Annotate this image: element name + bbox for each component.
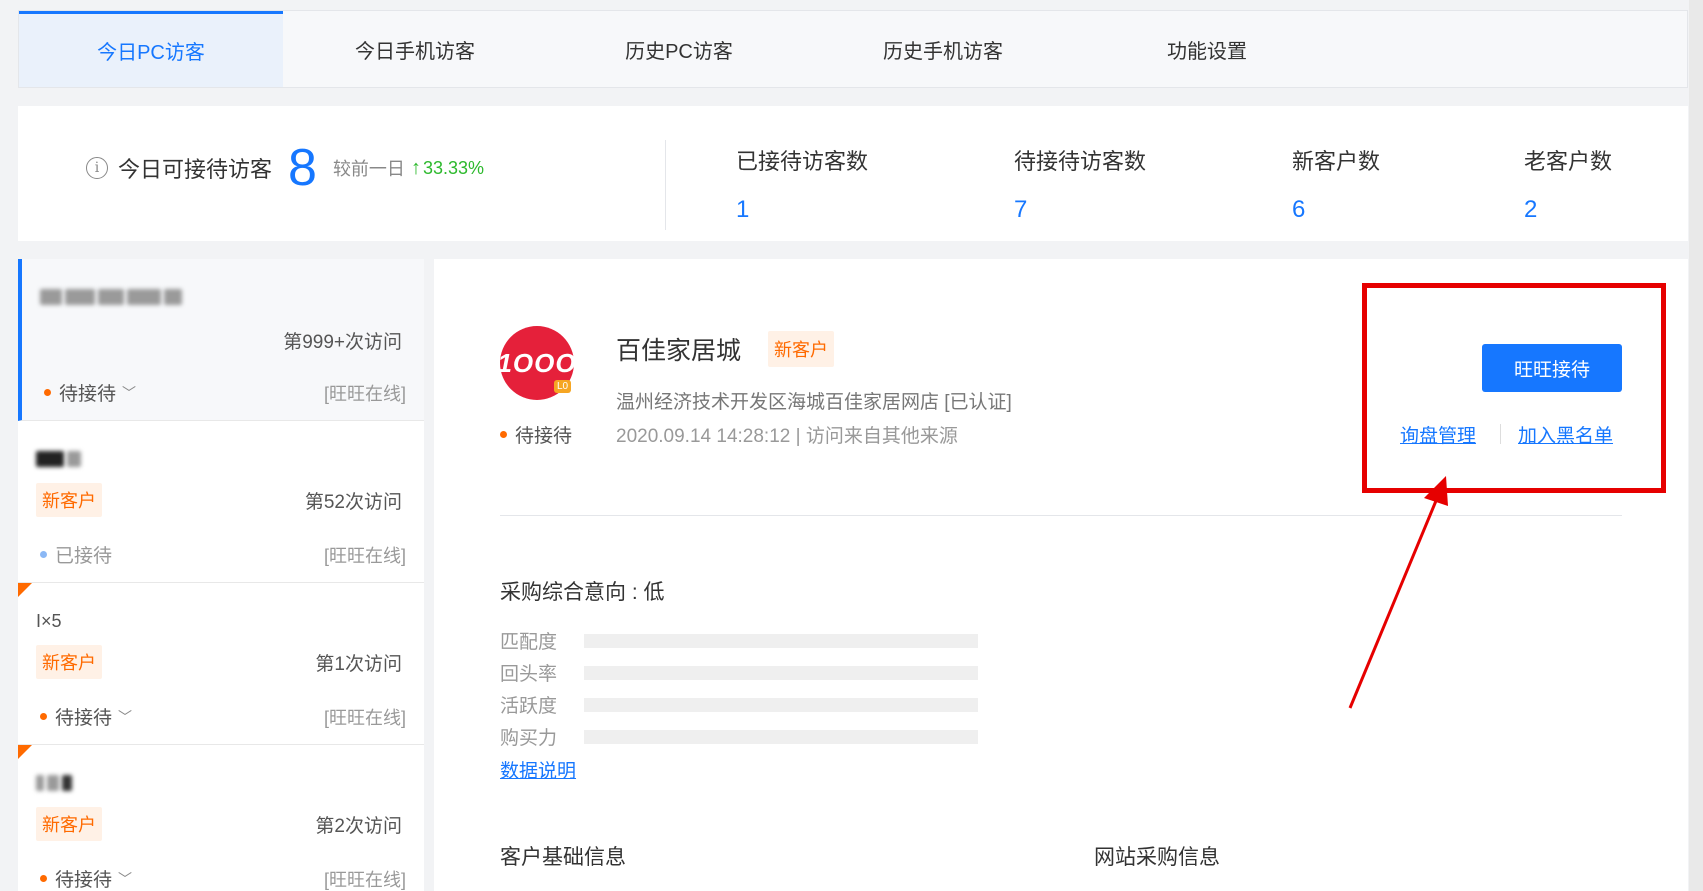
- compare-value: 33.33%: [422, 157, 484, 178]
- new-customer-badge: 新客户: [768, 331, 834, 367]
- metric-label: 活跃度: [500, 696, 558, 717]
- list-item[interactable]: 新客户 第52次访问 已接待 [旺旺在线]: [18, 421, 424, 583]
- status-dot: [500, 431, 507, 438]
- chevron-down-icon: ﹀: [118, 870, 133, 887]
- list-item[interactable]: 第999+次访问 待接待 ﹀ [旺旺在线]: [18, 259, 424, 421]
- metric-bar: [584, 729, 978, 744]
- compare-label: 较前一日: [332, 159, 405, 179]
- arrow-line: [1348, 495, 1440, 709]
- annotation-arrow: [1348, 476, 1448, 709]
- status-text: 待接待: [55, 708, 113, 729]
- visitor-list: 第999+次访问 待接待 ﹀ [旺旺在线] 新客户 第52次访问 已接待 [旺旺…: [18, 259, 424, 891]
- stat-received: 已接待访客数 1: [736, 144, 868, 224]
- list-item[interactable]: I×5 新客户 第1次访问 待接待 ﹀ [旺旺在线]: [18, 583, 424, 745]
- metric-bar: [584, 665, 978, 680]
- today-receivable-count: 8: [288, 139, 317, 197]
- arrow-head: [1424, 476, 1448, 506]
- stat-label: 待接待访客数: [1014, 149, 1147, 174]
- status-text: 待接待: [515, 426, 573, 447]
- page-scrollbar[interactable]: [1689, 0, 1703, 891]
- visitor-status[interactable]: 待接待 ﹀: [40, 865, 132, 891]
- new-customer-badge: 新客户: [36, 483, 102, 517]
- stat-value[interactable]: 2: [1524, 196, 1612, 224]
- visitor-status[interactable]: 待接待 ﹀: [44, 379, 136, 406]
- purchase-intent-title: 采购综合意向 : 低: [500, 581, 665, 604]
- metric-bar: [584, 633, 978, 648]
- visit-count: 第52次访问: [304, 492, 402, 513]
- section-basic-info: 客户基础信息: [500, 846, 626, 869]
- data-explanation-link[interactable]: 数据说明: [500, 756, 576, 783]
- info-icon[interactable]: i: [86, 157, 108, 179]
- status-dot: [40, 713, 47, 720]
- metric-match: 匹配度: [500, 627, 978, 654]
- stat-value[interactable]: 7: [1014, 196, 1146, 224]
- metric-activity: 活跃度: [500, 691, 978, 718]
- metric-label: 回头率: [500, 664, 558, 685]
- visit-time-source: 2020.09.14 14:28:12 | 访问来自其他来源: [616, 426, 958, 447]
- visit-count: 第2次访问: [315, 816, 402, 837]
- tab-today-mobile[interactable]: 今日手机访客: [283, 11, 547, 87]
- shop-name: 百佳家居城: [616, 337, 742, 365]
- stats-divider: [665, 140, 666, 230]
- shop-address: 温州经济技术开发区海城百佳家居网店 [已认证]: [616, 392, 1012, 413]
- visitor-name: I×5: [36, 611, 62, 631]
- status-dot: [40, 551, 47, 558]
- metric-return-rate: 回头率: [500, 659, 978, 686]
- stat-value[interactable]: 1: [736, 196, 868, 224]
- visitor-status: 已接待: [40, 541, 112, 568]
- new-corner-marker: [18, 745, 32, 759]
- chevron-down-icon: ﹀: [122, 384, 137, 401]
- list-item[interactable]: 新客户 第2次访问 待接待 ﹀ [旺旺在线]: [18, 745, 424, 891]
- wangwang-online: [旺旺在线]: [323, 546, 406, 566]
- visitor-name-blurred: [36, 773, 72, 793]
- tab-history-mobile[interactable]: 历史手机访客: [811, 11, 1075, 87]
- stat-label: 老客户数: [1524, 149, 1613, 174]
- level-badge: L0: [554, 380, 572, 393]
- new-corner-marker: [18, 583, 32, 597]
- tab-today-pc[interactable]: 今日PC访客: [19, 11, 283, 87]
- stat-pending: 待接待访客数 7: [1014, 144, 1146, 224]
- chevron-down-icon: ﹀: [118, 708, 133, 725]
- stat-label: 已接待访客数: [736, 149, 869, 174]
- tab-history-pc[interactable]: 历史PC访客: [547, 11, 811, 87]
- metric-bar: [584, 697, 978, 712]
- visit-count: 第999+次访问: [283, 332, 402, 353]
- section-purchase-info: 网站采购信息: [1094, 846, 1220, 869]
- trend-up-icon: ↑: [410, 156, 421, 179]
- status-dot: [44, 389, 51, 396]
- status-dot: [40, 875, 47, 882]
- new-customer-badge: 新客户: [36, 807, 102, 841]
- highlight-annotation-box: [1362, 283, 1666, 493]
- stat-value[interactable]: 6: [1292, 196, 1380, 224]
- visitor-tabs: 今日PC访客 今日手机访客 历史PC访客 历史手机访客 功能设置: [18, 10, 1688, 88]
- status-text: 待接待: [55, 870, 113, 891]
- detail-status: 待接待: [500, 421, 572, 448]
- today-receivable: i 今日可接待访客 8 较前一日 ↑ 33.33%: [86, 142, 484, 194]
- metric-purchasing-power: 购买力: [500, 723, 978, 750]
- wangwang-online: [旺旺在线]: [323, 870, 406, 890]
- new-customer-badge: 新客户: [36, 645, 102, 679]
- wangwang-online: [旺旺在线]: [323, 708, 406, 728]
- visitor-name-blurred: [40, 287, 182, 307]
- stats-panel: i 今日可接待访客 8 较前一日 ↑ 33.33% 已接待访客数 1 待接待访客…: [18, 106, 1688, 241]
- stat-new-customers: 新客户数 6: [1292, 144, 1380, 224]
- metric-label: 匹配度: [500, 632, 558, 653]
- status-text: 待接待: [59, 384, 117, 405]
- metric-label: 购买力: [500, 728, 558, 749]
- tab-settings[interactable]: 功能设置: [1075, 11, 1339, 87]
- visitor-status[interactable]: 待接待 ﹀: [40, 703, 132, 730]
- stat-label: 新客户数: [1292, 149, 1381, 174]
- visit-count: 第1次访问: [315, 654, 402, 675]
- wangwang-online: [旺旺在线]: [323, 384, 406, 404]
- status-text: 已接待: [55, 546, 113, 567]
- visitor-name-blurred: [36, 449, 81, 469]
- today-receivable-label: 今日可接待访客: [118, 157, 273, 182]
- stat-old-customers: 老客户数 2: [1524, 144, 1612, 224]
